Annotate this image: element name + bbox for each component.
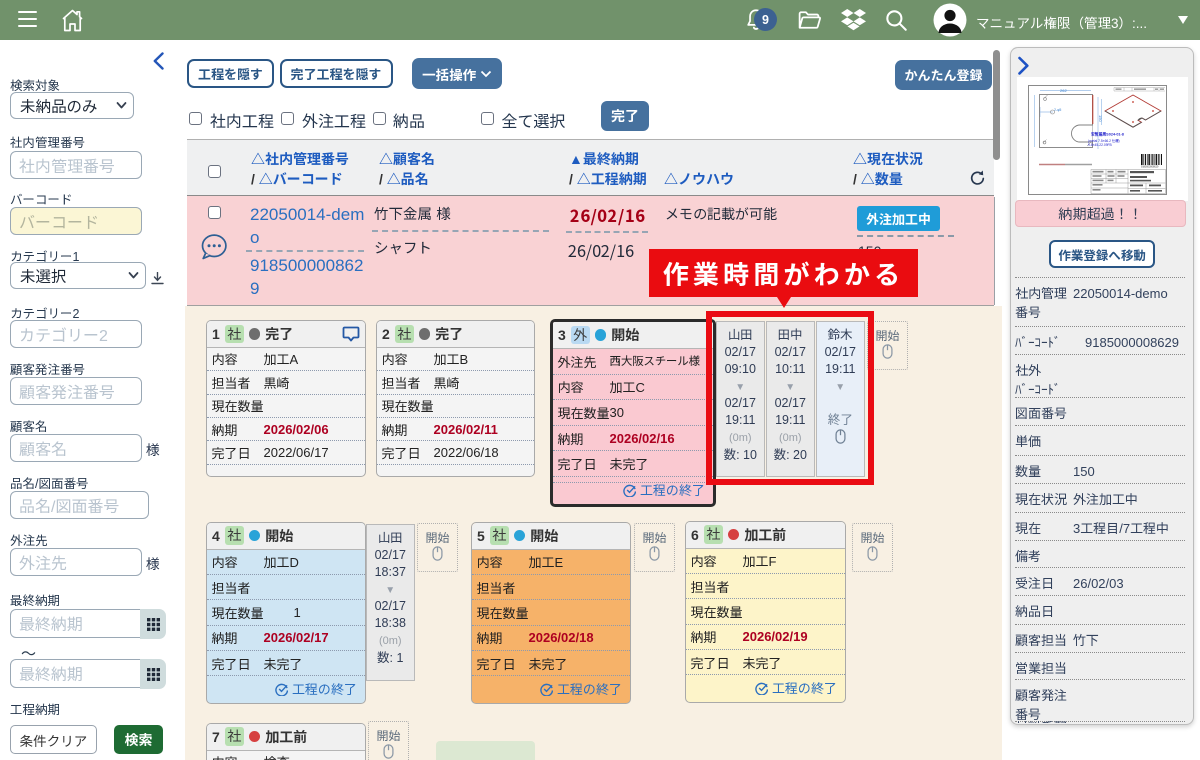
svg-text:150: 150 [1098, 115, 1103, 122]
svg-text:安暫届周S024-01-8: 安暫届周S024-01-8 [1091, 132, 1124, 137]
svg-text:9.8×45-22.09FB: 9.8×45-22.09FB [1088, 143, 1113, 147]
svg-text:2-φ5: 2-φ5 [1054, 108, 1061, 112]
svg-text:262: 262 [1060, 88, 1067, 93]
svg-text:9185000008629: 9185000008629 [1141, 166, 1159, 169]
